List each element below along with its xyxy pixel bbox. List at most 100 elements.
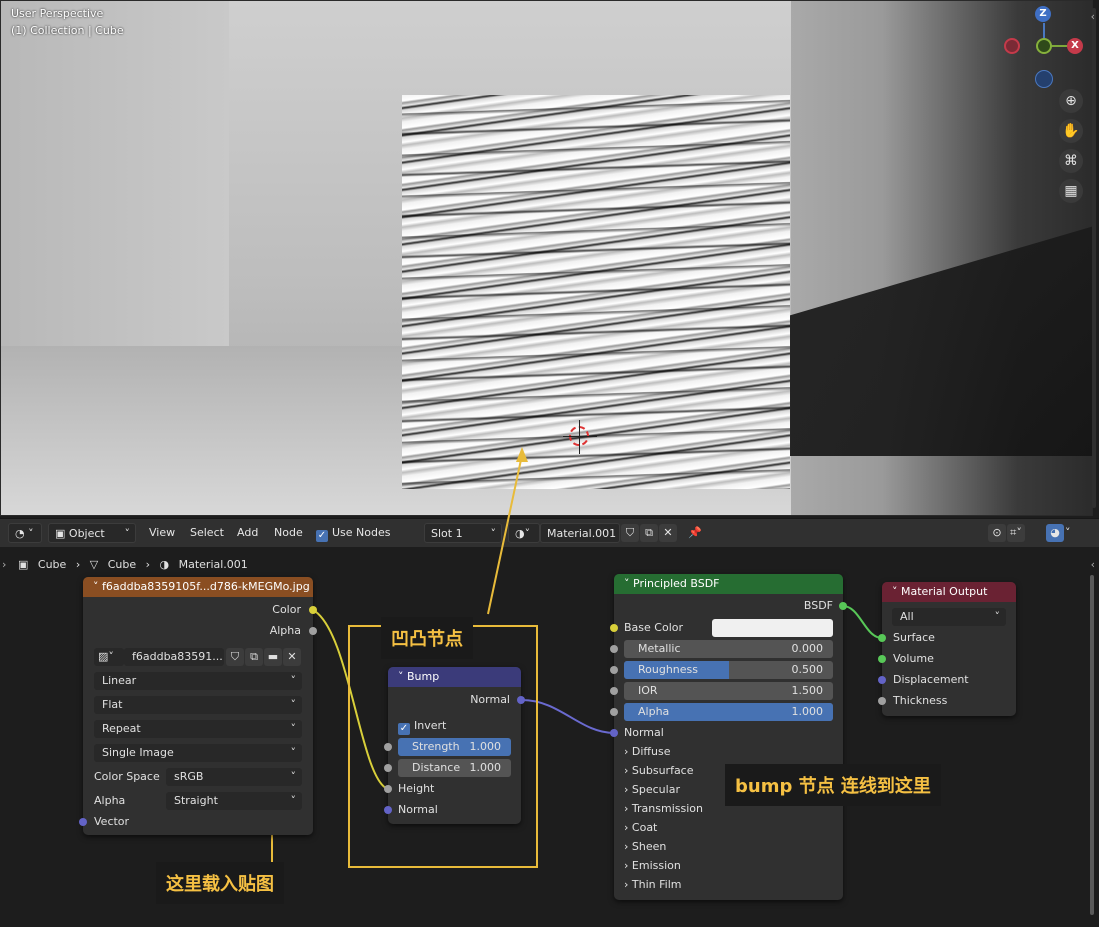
node-editor-icon: ◔	[15, 527, 25, 540]
alpha-field[interactable]: Alpha 1.000	[624, 703, 833, 721]
color-output-socket[interactable]	[309, 606, 317, 614]
interpolation-dropdown[interactable]: Linear ˅	[94, 672, 302, 690]
roughness-input-socket[interactable]	[610, 666, 618, 674]
panel-diffuse[interactable]: › Diffuse	[624, 745, 670, 758]
chevron-right-icon: ›	[624, 878, 629, 891]
image-texture-node[interactable]: ˅ f6addba8359105f...d786-kMEGMo.jpg Colo…	[79, 577, 317, 835]
metallic-field[interactable]: Metallic 0.000	[624, 640, 833, 658]
breadcrumb-mesh[interactable]: Cube	[108, 558, 136, 571]
image-out-color: Color	[272, 603, 301, 616]
metallic-label: Metallic	[638, 642, 681, 655]
alpha-input-socket[interactable]	[610, 708, 618, 716]
chevron-down-icon: ˅	[290, 794, 297, 807]
snap-element-icon[interactable]: ⌗˅	[1007, 524, 1025, 542]
camera-icon[interactable]: ⌘	[1059, 149, 1083, 173]
output-node-header[interactable]: ˅ Material Output	[882, 582, 1016, 602]
left-panel-toggle-icon[interactable]: ›	[2, 558, 6, 571]
mode-dropdown[interactable]: ▣ Object ˅	[48, 523, 136, 543]
breadcrumb-object[interactable]: Cube	[38, 558, 66, 571]
ior-field[interactable]: IOR 1.500	[624, 682, 833, 700]
mode-label: Object	[68, 527, 105, 540]
panel-specular[interactable]: › Specular	[624, 783, 680, 796]
panel-subsurface[interactable]: › Subsurface	[624, 764, 694, 777]
volume-input-socket[interactable]	[878, 655, 886, 663]
target-dropdown[interactable]: All ˅	[892, 608, 1006, 626]
gizmo-y-icon[interactable]	[1036, 38, 1052, 54]
material-output-node[interactable]: ˅ Material Output All ˅ Surface Volume Di…	[878, 582, 1016, 716]
gizmo-z-icon[interactable]: Z	[1035, 6, 1051, 22]
metallic-input-socket[interactable]	[610, 645, 618, 653]
ortho-grid-icon[interactable]: ▦	[1059, 179, 1083, 203]
slot-dropdown[interactable]: Slot 1 ˅	[424, 523, 502, 543]
ior-input-socket[interactable]	[610, 687, 618, 695]
gizmo-x-icon[interactable]: X	[1067, 38, 1083, 54]
overlay-toggle[interactable]: ◕ ˅	[1046, 523, 1071, 543]
alpha-output-socket[interactable]	[309, 627, 317, 635]
extension-dropdown[interactable]: Repeat ˅	[94, 720, 302, 738]
editor-scrollbar[interactable]	[1090, 575, 1094, 915]
panel-sheen[interactable]: › Sheen	[624, 840, 666, 853]
panel-thin-film[interactable]: › Thin Film	[624, 878, 681, 891]
image-node-header[interactable]: ˅ f6addba8359105f...d786-kMEGMo.jpg	[83, 577, 313, 597]
color-space-value: sRGB	[174, 770, 204, 783]
menu-select[interactable]: Select	[184, 523, 230, 543]
output-in-volume: Volume	[893, 652, 934, 665]
displacement-input-socket[interactable]	[878, 676, 886, 684]
viewport-sidebar-toggle-icon[interactable]: ‹	[1091, 10, 1095, 23]
material-actions: ⛉ ⧉ ✕	[621, 523, 678, 543]
hand-pan-icon[interactable]: ✋	[1059, 119, 1083, 143]
interpolation-value: Linear	[102, 674, 137, 687]
projection-dropdown[interactable]: Flat ˅	[94, 696, 302, 714]
menu-add[interactable]: Add	[231, 523, 264, 543]
alpha-mode-dropdown[interactable]: Straight ˅	[166, 792, 302, 810]
base-color-input-socket[interactable]	[610, 624, 618, 632]
principled-bsdf-node[interactable]: ˅ Principled BSDF BSDF Base Color Metall…	[610, 574, 847, 900]
right-panel-toggle-icon[interactable]: ‹	[1091, 558, 1095, 571]
thickness-input-socket[interactable]	[878, 697, 886, 705]
use-nodes-checkbox[interactable]: ✓	[316, 530, 328, 542]
pin-icon[interactable]: 📌	[688, 523, 702, 543]
roughness-field[interactable]: Roughness 0.500	[624, 661, 833, 679]
image-out-alpha: Alpha	[269, 624, 301, 637]
panel-emission[interactable]: › Emission	[624, 859, 681, 872]
menu-node[interactable]: Node	[268, 523, 309, 543]
editor-type-dropdown[interactable]: ◔ ˅	[8, 523, 42, 543]
vector-input-socket[interactable]	[79, 818, 87, 826]
open-folder-icon[interactable]: ▬	[264, 648, 282, 666]
material-browse-button[interactable]: ◑˅	[508, 523, 540, 543]
image-node-title: f6addba8359105f...d786-kMEGMo.jpg	[102, 580, 310, 593]
menu-view[interactable]: View	[143, 523, 181, 543]
image-name-field[interactable]: f6addba83591...	[124, 648, 224, 666]
textured-cube[interactable]	[402, 95, 790, 489]
fake-user-shield-icon[interactable]: ⛉	[621, 524, 639, 542]
gizmo-neg-z-icon[interactable]	[1035, 70, 1053, 88]
use-nodes-toggle[interactable]: ✓ Use Nodes	[316, 523, 391, 543]
gizmo-neg-x-icon[interactable]	[1004, 38, 1020, 54]
normal-input-socket[interactable]	[610, 729, 618, 737]
color-space-dropdown[interactable]: sRGB ˅	[166, 768, 302, 786]
metallic-value: 0.000	[791, 642, 824, 655]
overlay-icon[interactable]: ◕	[1046, 524, 1064, 542]
panel-transmission[interactable]: › Transmission	[624, 802, 703, 815]
close-icon[interactable]: ✕	[283, 648, 301, 666]
bsdf-node-header[interactable]: ˅ Principled BSDF	[614, 574, 843, 594]
panel-label: Emission	[631, 859, 681, 872]
collection-label: (1) Collection | Cube	[11, 24, 124, 37]
duplicate-icon[interactable]: ⧉	[640, 524, 658, 542]
fake-user-shield-icon[interactable]: ⛉	[226, 648, 244, 666]
duplicate-icon[interactable]: ⧉	[245, 648, 263, 666]
surface-input-socket[interactable]	[878, 634, 886, 642]
target-value: All	[900, 610, 914, 623]
breadcrumb-material[interactable]: Material.001	[179, 558, 248, 571]
bsdf-output-socket[interactable]	[839, 602, 847, 610]
zoom-icon[interactable]: ⊕	[1059, 89, 1083, 113]
panel-coat[interactable]: › Coat	[624, 821, 657, 834]
panel-label: Diffuse	[631, 745, 671, 758]
snap-magnet-icon[interactable]: ⊙	[988, 524, 1006, 542]
material-name-field[interactable]: Material.001	[540, 523, 620, 543]
image-browse-button[interactable]: ▨˅	[94, 648, 124, 666]
source-dropdown[interactable]: Single Image ˅	[94, 744, 302, 762]
3d-viewport[interactable]: User Perspective (1) Collection | Cube Z…	[0, 0, 1093, 516]
close-icon[interactable]: ✕	[659, 524, 677, 542]
base-color-swatch[interactable]	[712, 619, 833, 637]
